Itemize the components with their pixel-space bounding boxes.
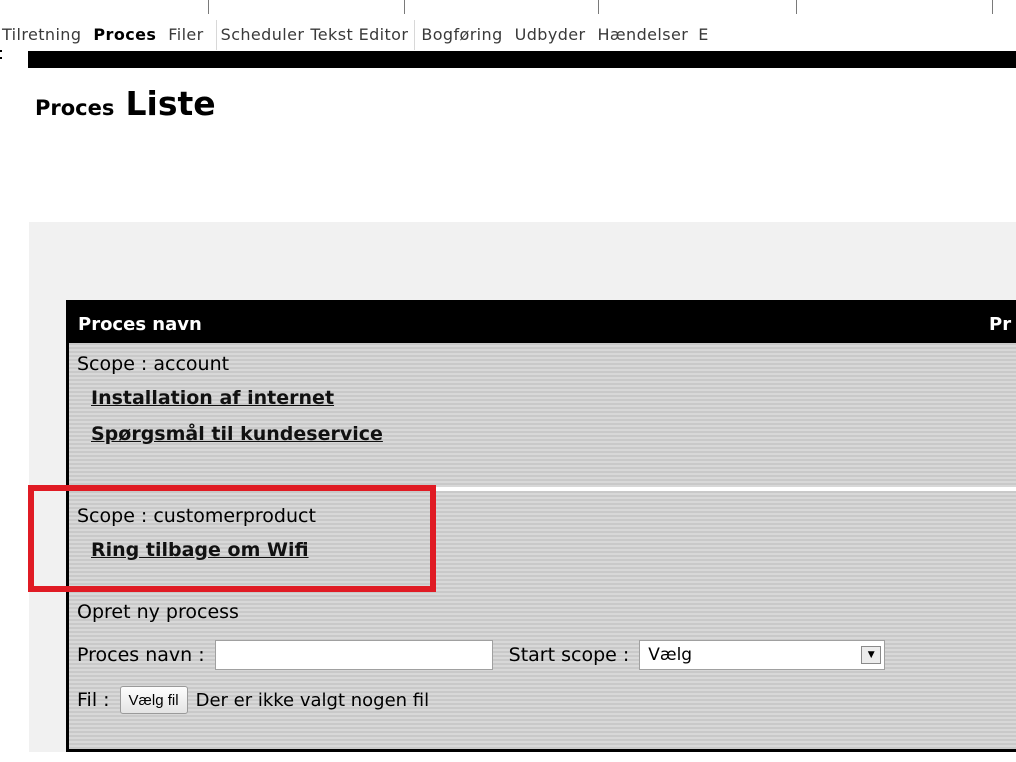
process-link-kundeservice[interactable]: Spørgsmål til kundeservice <box>91 416 383 452</box>
start-scope-selected: Vælg <box>648 645 693 665</box>
proces-navn-input[interactable] <box>214 640 493 670</box>
process-table: Proces navn Pr Scope : account Installat… <box>66 300 1016 752</box>
tab-divider <box>414 20 416 50</box>
scope-section-customerproduct: Scope : customerproduct Ring tilbage om … <box>69 491 1016 591</box>
tab-strip-top <box>0 0 1016 14</box>
proces-navn-label: Proces navn : <box>77 644 205 666</box>
tab-bogforing[interactable]: Bogføring <box>421 20 502 50</box>
column-header-proces-navn: Proces navn <box>78 314 202 335</box>
process-link-ring-tilbage[interactable]: Ring tilbage om Wifi <box>91 532 309 568</box>
scope-section-account: Scope : account Installation af internet… <box>69 343 1016 487</box>
tab-proces[interactable]: Proces <box>93 20 156 50</box>
file-row: Fil : Vælg fil Der er ikke valgt nogen f… <box>77 677 1016 723</box>
page-title-main: Liste <box>125 84 216 123</box>
tab-tilretning[interactable]: Tilretning <box>2 20 81 50</box>
file-status: Der er ikke valgt nogen fil <box>195 689 430 711</box>
scope-label: Scope : customerproduct <box>77 505 316 527</box>
start-scope-label: Start scope : <box>508 644 630 666</box>
tab-filer[interactable]: Filer <box>168 20 203 50</box>
header-bar <box>28 51 1016 68</box>
table-header: Proces navn Pr <box>69 303 1016 343</box>
create-form-row: Proces navn : Start scope : Vælg ▼ <box>77 633 1016 677</box>
tab-scheduler[interactable]: Scheduler <box>221 20 305 50</box>
left-marker <box>0 50 3 66</box>
page: Tilretning Proces Filer Scheduler Tekst … <box>0 0 1016 762</box>
tab-haendelser[interactable]: Hændelser <box>598 20 689 50</box>
tab-tekst-editor[interactable]: Tekst Editor <box>310 20 408 50</box>
create-process-section: Opret ny process Proces navn : Start sco… <box>69 591 1016 723</box>
start-scope-select[interactable]: Vælg ▼ <box>639 640 886 670</box>
page-title: Proces Liste <box>35 84 216 123</box>
scope-label: Scope : account <box>77 353 230 375</box>
main-tabs: Tilretning Proces Filer Scheduler Tekst … <box>0 20 1016 50</box>
column-header-second: Pr <box>989 314 1012 335</box>
page-title-prefix: Proces <box>35 96 115 120</box>
process-link-installation[interactable]: Installation af internet <box>91 380 334 416</box>
tab-divider <box>215 20 217 50</box>
create-process-title: Opret ny process <box>77 601 239 623</box>
tab-e[interactable]: E <box>698 20 709 50</box>
chevron-down-icon[interactable]: ▼ <box>861 646 882 664</box>
tab-udbyder[interactable]: Udbyder <box>515 20 586 50</box>
choose-file-button[interactable]: Vælg fil <box>119 686 188 714</box>
file-label: Fil : <box>77 689 110 711</box>
